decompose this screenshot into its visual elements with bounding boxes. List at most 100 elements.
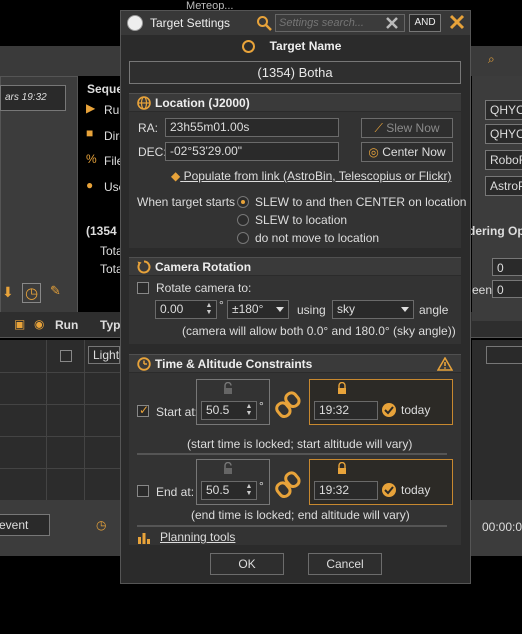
planning-tools-link[interactable]: Planning tools [160,530,235,544]
bg-row-checkbox[interactable] [60,350,72,362]
bg-grid-icon: ◉ [34,317,45,331]
rotate-camera-checkbox[interactable] [137,282,149,294]
bg-right-item[interactable]: QHYC [485,124,522,144]
rotation-angle-stepper[interactable]: 0.00 ▲ ▼ [155,300,217,319]
end-at-checkbox[interactable] [137,485,149,497]
bg-right-item[interactable]: QHYC [485,100,522,120]
stepper-arrows-icon[interactable]: ▲ ▼ [203,302,215,317]
bg-grid-line [0,468,120,469]
dec-field[interactable]: -02°53'29.00" [165,142,339,161]
angle-source-select[interactable]: sky [332,300,414,319]
unlocked-icon[interactable] [222,382,234,394]
rotation-range-value: ±180° [232,302,264,316]
constraints-panel: Start at: 50.5 ▲▼ ° 19:32 [129,373,461,545]
bg-right-item[interactable]: RoboF [485,150,522,170]
start-time-field[interactable]: 19:32 [314,401,378,420]
lock-icon[interactable] [336,382,348,394]
rotation-range-select[interactable]: ±180° [227,300,289,319]
constraints-section-header: Time & Altitude Constraints [129,354,461,372]
populate-from-link[interactable]: ◆ Populate from link (AstroBin, Telescop… [171,169,451,183]
start-altitude-stepper[interactable]: 50.5 ▲ ▼ [201,401,257,420]
bg-right-item[interactable]: AstroP [485,176,522,196]
start-altitude-value: 50.5 [206,403,230,417]
chevron-down-icon [276,307,284,312]
radio-do-not-move[interactable] [237,232,249,244]
bg-light-select[interactable]: Light [88,346,120,364]
bg-percent-icon: % [86,152,97,166]
end-note: (end time is locked; end altitude will v… [191,508,410,522]
bg-down-arrow-icon[interactable]: ⬇ [2,284,14,301]
search-icon [257,16,272,31]
when-target-starts-label: When target starts [137,195,236,209]
bg-user-icon: ● [86,178,94,192]
close-icon[interactable] [449,14,465,30]
bg-edit-icon[interactable]: ✎ [50,283,61,299]
check-circle-icon [382,403,396,417]
end-time-lockbox: 19:32 today [309,459,453,505]
radio-slew-and-center[interactable] [237,196,249,208]
link-chain-icon[interactable] [275,391,301,419]
slew-now-label: Slew Now [386,121,440,135]
start-at-label: Start at: [156,405,199,419]
stepper-arrows-icon[interactable]: ▲ ▼ [243,403,255,418]
globe-icon [137,96,151,110]
end-altitude-lockbox: 50.5 ▲ ▼ ° [196,459,270,505]
using-label: using [297,303,326,317]
lock-icon[interactable] [336,462,348,474]
location-section-header: Location (J2000) [129,93,461,111]
bg-seq-item[interactable]: Ru [104,103,119,117]
bg-event-select[interactable]: event [0,514,50,536]
chevron-down-icon [401,307,409,312]
ok-button[interactable]: OK [210,553,284,575]
bg-grid-line [0,372,120,373]
constraints-divider [137,525,447,527]
bg-target-short: (1354 [86,224,117,238]
cancel-button[interactable]: Cancel [308,553,382,575]
app-logo-icon [127,15,143,31]
rotation-note: (camera will allow both 0.0° and 180.0° … [182,324,456,338]
rotation-icon [137,260,151,274]
bg-clock-icon[interactable]: ◷ [22,283,42,303]
start-day-label: today [401,403,431,417]
bg-right-panel: QHYC QHYC RoboF AstroP dering Opt 0 een:… [468,76,522,321]
degree-symbol: ° [219,298,224,312]
bar-chart-icon [138,533,150,544]
end-time-field[interactable]: 19:32 [314,481,378,500]
radio-slew-and-center-label[interactable]: SLEW to and then CENTER on location [255,195,466,209]
bg-timer-icon: ◷ [96,518,107,532]
ra-field[interactable]: 23h55m01.00s [165,118,339,137]
degree-symbol: ° [259,479,264,493]
warning-icon [437,357,453,371]
bg-seq-header: Seque [87,82,124,96]
and-toggle-button[interactable]: AND [409,14,441,32]
slew-now-button[interactable]: ⟋ Slew Now [361,118,453,138]
rotation-angle-value: 0.00 [160,302,184,316]
stepper-arrows-icon[interactable]: ▲ ▼ [243,483,255,498]
radio-slew-only-label[interactable]: SLEW to location [255,213,347,227]
bg-grid-line [0,436,120,437]
end-altitude-stepper[interactable]: 50.5 ▲ ▼ [201,481,257,500]
bg-folder-icon: ■ [86,126,94,140]
bg-search-icon[interactable]: ⌕ [488,52,495,67]
target-name-header: Target Name [121,39,470,57]
link-chain-icon[interactable] [275,471,301,499]
clear-search-icon[interactable] [385,16,399,30]
bg-right-grid-cell[interactable] [486,346,522,364]
center-now-button[interactable]: ◎ Center Now [361,142,453,162]
start-at-checkbox[interactable] [137,403,149,417]
end-altitude-value: 50.5 [206,483,230,497]
bg-grid-line [46,340,47,500]
angle-label: angle [419,303,449,317]
bg-run-icon: ▶ [86,101,96,115]
bg-right-spinner[interactable]: 0 [492,258,522,276]
unlocked-icon[interactable] [222,462,234,474]
radio-slew-only[interactable] [237,214,249,226]
bg-right-spinner[interactable]: 0 [492,280,522,298]
radio-do-not-move-label[interactable]: do not move to location [255,231,379,245]
start-time-lockbox: 19:32 today [309,379,453,425]
target-name-field[interactable]: (1354) Botha [129,61,461,84]
bg-grid: Light [0,340,120,500]
bg-right-ordering: dering Opt [468,224,522,238]
bg-grid-line [84,340,85,500]
check-circle-icon [382,483,396,497]
